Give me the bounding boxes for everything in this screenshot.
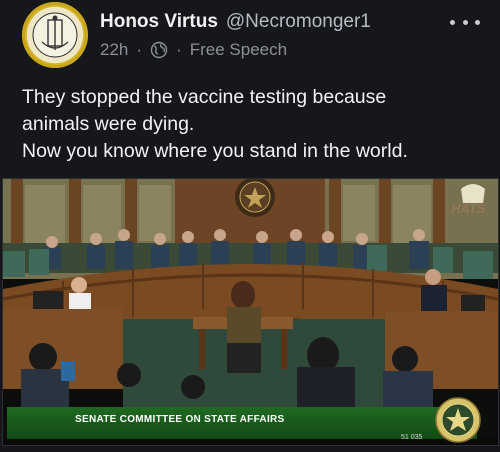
seal-avatar-icon [32,12,78,58]
avatar[interactable] [22,2,88,68]
more-dot-icon [450,19,455,25]
more-dot-icon [475,19,480,25]
display-name[interactable]: Honos Virtus [100,11,218,32]
video-thumbnail[interactable]: HATS SENATE COMMITTEE ON STATE AFFAIRS 5… [2,178,499,446]
author-row: Honos Virtus @Necromonger1 [100,10,371,34]
more-dot-icon [462,19,468,25]
post-meta: 22h · · Free Speech [100,40,287,60]
post-text-line: Now you know where you stand in the worl… [22,140,408,162]
post-text-line: animals were dying. [22,113,195,135]
meta-separator-2: · [176,40,182,59]
post-card: Honos Virtus @Necromonger1 22h · · Free S… [0,0,500,452]
post-time[interactable]: 22h [100,40,128,60]
broadcast-code: 51 035 [401,434,423,441]
author-handle[interactable]: @Necromonger1 [226,11,371,32]
post-text: They stopped the vaccine testing because… [22,84,492,165]
committee-hearing-image [3,179,498,445]
globe-icon [150,41,168,59]
meta-separator: · [136,40,143,59]
more-options-button[interactable] [450,14,480,30]
channel-link[interactable]: Free Speech [190,40,287,60]
chyron-text: SENATE COMMITTEE ON STATE AFFAIRS [75,414,285,425]
state-seal-icon [435,397,481,443]
watermark: HATS [451,201,486,216]
post-text-line: They stopped the vaccine testing because [22,86,387,108]
